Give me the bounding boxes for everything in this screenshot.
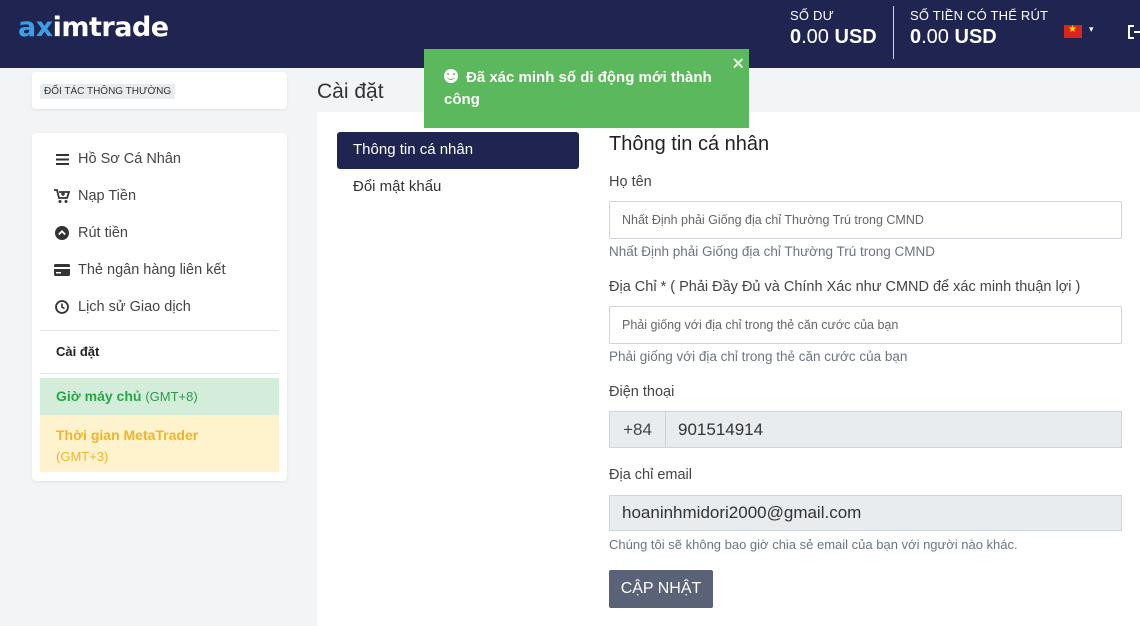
sidebar-item-profile[interactable]: Hồ Sơ Cá Nhân	[54, 148, 181, 170]
metatrader-time-tz: (GMT+3)	[56, 449, 109, 464]
partner-badge: ĐỐI TÁC THÔNG THƯỜNG	[40, 84, 176, 99]
balance-currency: USD	[834, 26, 877, 48]
language-dropdown-caret-icon[interactable]: ▾	[1089, 24, 1094, 35]
success-toast: Đã xác minh số di động mới thành công ×	[424, 49, 749, 128]
balance-int: 0	[790, 26, 802, 48]
withdrawable-label: SỐ TIỀN CÓ THỂ RÚT	[910, 8, 1049, 23]
sidebar-item-settings[interactable]: Cài đặt	[56, 344, 99, 359]
fullname-input[interactable]: Nhất Định phải Giống địa chỉ Thường Trú …	[609, 201, 1122, 239]
aximtrade-logo[interactable]: aximtrade	[18, 12, 169, 43]
withdrawable-int: 0	[910, 26, 922, 48]
balance-label: SỐ DƯ	[790, 8, 834, 23]
sidebar-item-withdraw[interactable]: Rút tiền	[54, 222, 128, 244]
vietnam-flag-icon[interactable]	[1064, 24, 1082, 38]
list-icon	[54, 151, 70, 167]
withdrawable-display: SỐ TIỀN CÓ THỂ RÚT 0.00 USD	[910, 8, 1048, 49]
toast-message: Đã xác minh số di động mới thành công	[444, 69, 712, 108]
partner-card: ĐỐI TÁC THÔNG THƯỜNG	[32, 72, 287, 109]
phone-input[interactable]: 901514914	[665, 411, 1122, 448]
fullname-label: Họ tên	[609, 174, 652, 190]
sidebar-divider	[40, 330, 279, 331]
header-divider	[893, 6, 894, 59]
update-button[interactable]: CẬP NHẬT	[609, 570, 713, 608]
email-help: Chúng tôi sẽ không bao giờ chia sẻ email…	[609, 537, 1018, 552]
sidebar-menu: Hồ Sơ Cá Nhân Nạp Tiền Rút tiền Thẻ ngân…	[32, 133, 287, 481]
clock-icon	[54, 299, 70, 315]
sidebar-item-deposit[interactable]: Nạp Tiền	[54, 185, 136, 207]
chevron-up-circle-icon	[54, 225, 70, 241]
credit-card-icon	[54, 262, 70, 278]
balance-amount: 0.00 USD	[790, 26, 877, 49]
page-title: Cài đặt	[317, 80, 384, 103]
withdrawable-dec: .00	[921, 26, 949, 48]
sidebar-item-label: Hồ Sơ Cá Nhân	[78, 151, 182, 167]
tab-change-password[interactable]: Đổi mật khẩu	[353, 178, 441, 195]
cart-icon	[54, 188, 70, 204]
sidebar-item-label: Thẻ ngân hàng liên kết	[78, 262, 226, 278]
balance-dec: .00	[801, 26, 829, 48]
logo-text: imtrade	[52, 12, 169, 43]
smile-icon	[444, 69, 458, 83]
fullname-help: Nhất Định phải Giống địa chỉ Thường Trú …	[609, 244, 936, 259]
tab-personal-info[interactable]: Thông tin cá nhân	[337, 132, 579, 169]
withdrawable-currency: USD	[954, 26, 997, 48]
server-time-box: Giờ máy chủ (GMT+8)	[40, 378, 279, 415]
balance-display: SỐ DƯ 0.00 USD	[790, 8, 877, 49]
logo-prefix: ax	[18, 12, 53, 43]
section-title: Thông tin cá nhân	[609, 133, 770, 155]
metatrader-time-box: Thời gian MetaTrader (GMT+3)	[40, 415, 279, 472]
server-time-tz: (GMT+8)	[145, 389, 198, 404]
server-time-label: Giờ máy chủ	[56, 388, 142, 404]
withdrawable-amount: 0.00 USD	[910, 26, 1048, 49]
phone-country-code: +84	[609, 411, 666, 448]
sidebar-item-bank-cards[interactable]: Thẻ ngân hàng liên kết	[54, 259, 226, 281]
close-icon[interactable]: ×	[732, 53, 744, 75]
metatrader-time-label: Thời gian MetaTrader	[56, 427, 199, 443]
address-label: Địa Chỉ * ( Phải Đầy Đủ và Chính Xác như…	[609, 279, 1081, 295]
address-help: Phải giống với địa chỉ trong thẻ căn cướ…	[609, 349, 908, 364]
sidebar-item-label: Nạp Tiền	[78, 188, 137, 204]
email-label: Địa chỉ email	[609, 467, 692, 483]
logout-icon[interactable]	[1126, 22, 1140, 42]
sidebar-item-label: Lịch sử Giao dịch	[78, 299, 191, 315]
address-input[interactable]: Phải giống với địa chỉ trong thẻ căn cướ…	[609, 306, 1122, 344]
phone-label: Điện thoại	[609, 384, 675, 400]
sidebar-item-history[interactable]: Lịch sử Giao dịch	[54, 296, 191, 318]
email-input[interactable]: hoaninhmidori2000@gmail.com	[609, 495, 1122, 531]
sidebar-item-label: Rút tiền	[78, 225, 128, 241]
sidebar-divider	[40, 373, 279, 374]
